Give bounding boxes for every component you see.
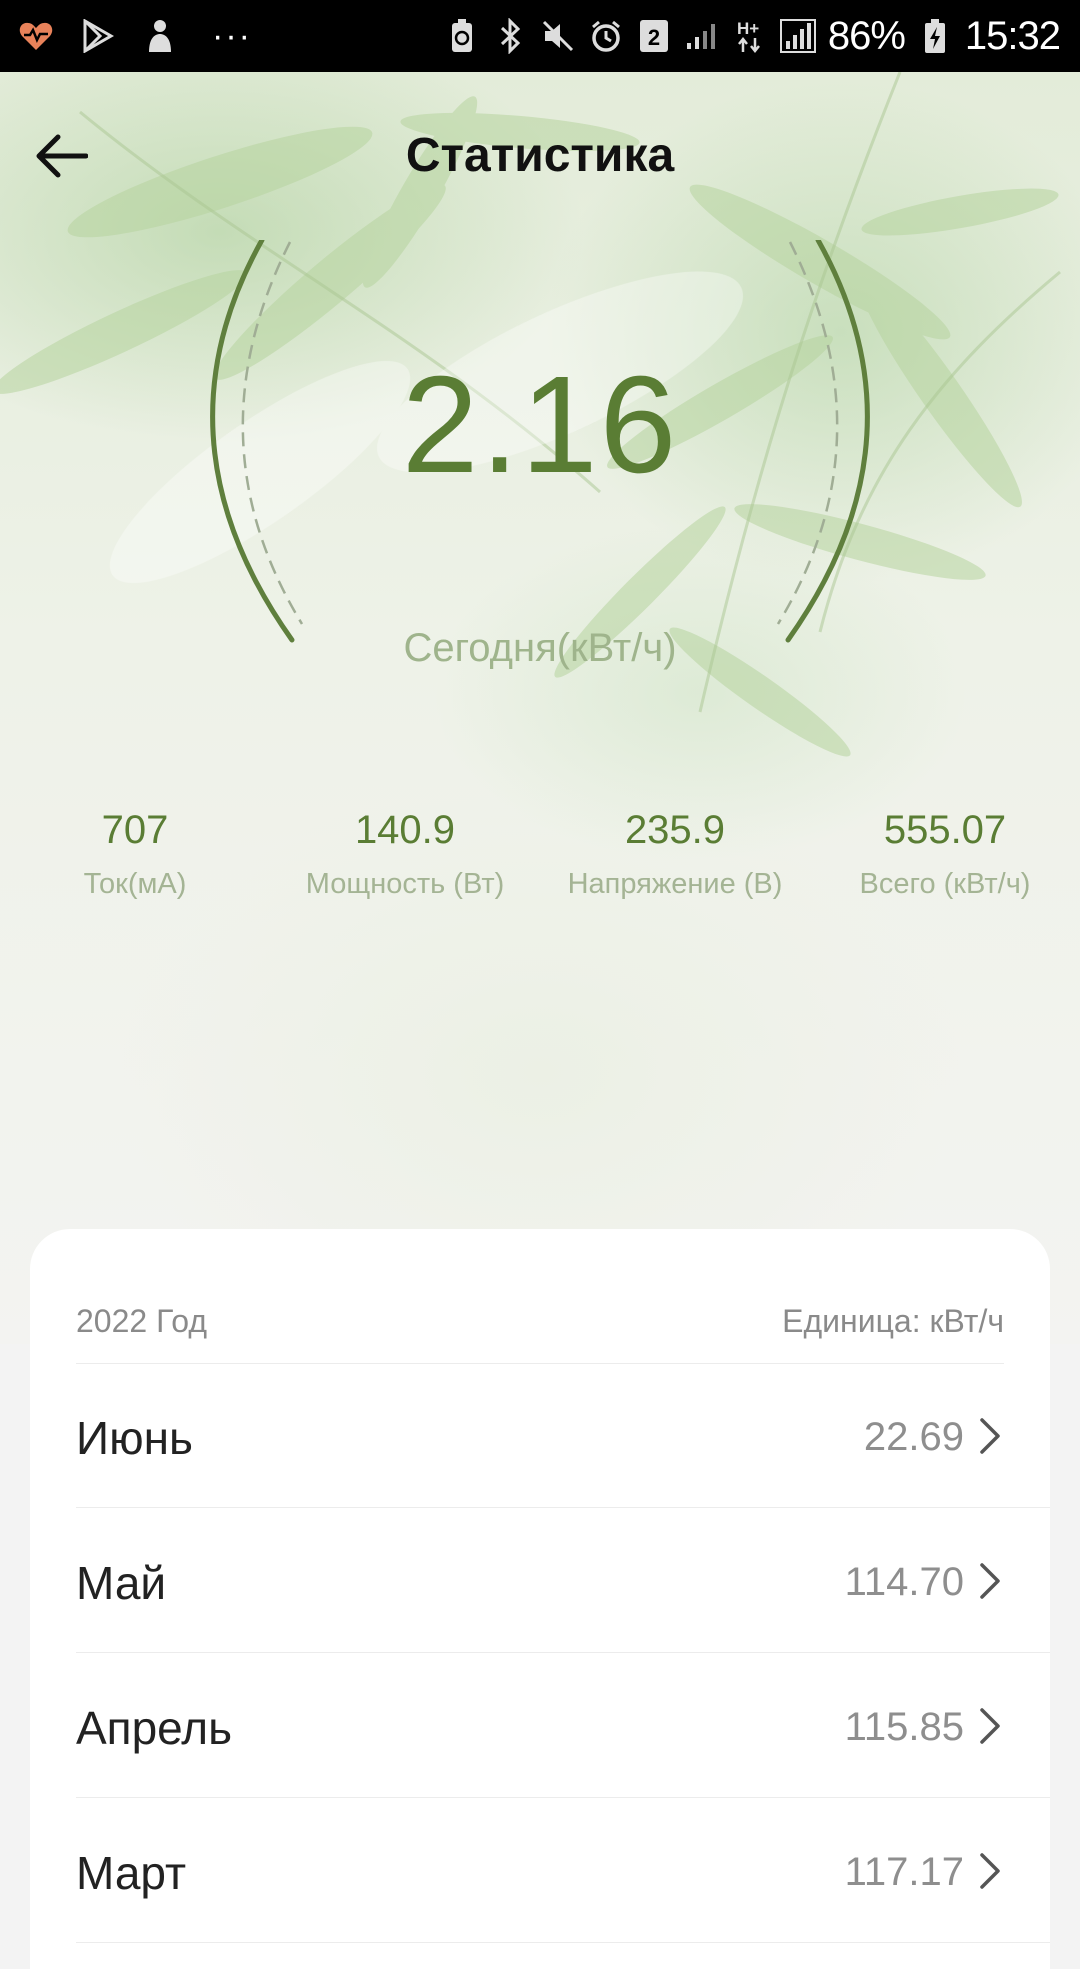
month-value: 114.70 xyxy=(844,1560,964,1604)
metric-total: 555.07 Всего (кВт/ч) xyxy=(810,800,1080,901)
metric-power: 140.9 Мощность (Вт) xyxy=(270,800,540,901)
metric-current-value: 707 xyxy=(101,808,169,852)
metric-power-label: Мощность (Вт) xyxy=(305,868,505,900)
unit-label: Единица: кВт/ч xyxy=(782,1303,1004,1339)
signal-icon xyxy=(684,16,720,56)
today-energy-label: Сегодня(кВт/ч) xyxy=(403,626,677,670)
today-energy-value: 2.16 xyxy=(401,348,679,502)
status-bar-left: ··· xyxy=(18,0,252,72)
monthly-stats-card: 2022 Год Единица: кВт/ч Июнь 22.69 Май 1… xyxy=(30,1229,1050,1969)
month-value: 115.85 xyxy=(844,1705,964,1749)
more-notifications: ··· xyxy=(212,16,252,55)
battery-percent: 86% xyxy=(827,13,906,58)
metric-voltage: 235.9 Напряжение (В) xyxy=(540,800,810,901)
month-row-march[interactable]: Март 117.17 xyxy=(76,1798,1050,1943)
clock: 15:32 xyxy=(964,13,1061,58)
month-name: Июнь xyxy=(76,1412,193,1464)
month-row-june[interactable]: Июнь 22.69 xyxy=(76,1363,1050,1508)
play-store-icon xyxy=(80,16,116,56)
chevron-right-icon xyxy=(980,1418,1000,1454)
bluetooth-icon xyxy=(492,16,528,56)
chevron-right-icon xyxy=(980,1563,1000,1599)
year-label: 2022 Год xyxy=(76,1303,208,1339)
status-bar: ··· 2 H+ 86% 15:32 xyxy=(0,0,1080,72)
battery-saver-icon xyxy=(444,16,480,56)
month-row-april[interactable]: Апрель 115.85 xyxy=(76,1653,1050,1798)
metrics-row: 707 Ток(мА) 140.9 Мощность (Вт) 235.9 На… xyxy=(0,800,1080,920)
month-value: 117.17 xyxy=(844,1850,964,1894)
heart-health-icon xyxy=(18,16,54,56)
h-plus-data-icon: H+ xyxy=(732,16,768,56)
today-energy-gauge: 2.16 Сегодня(кВт/ч) xyxy=(0,240,1080,680)
svg-text:H+: H+ xyxy=(737,19,759,38)
month-name: Май xyxy=(76,1557,167,1609)
status-bar-right: 2 H+ 86% 15:32 xyxy=(444,0,1061,72)
metric-total-label: Всего (кВт/ч) xyxy=(859,868,1031,900)
battery-charging-icon xyxy=(917,16,953,56)
chevron-right-icon xyxy=(980,1708,1000,1744)
month-name: Апрель xyxy=(76,1702,233,1754)
metric-voltage-label: Напряжение (В) xyxy=(567,868,783,900)
signal-full-icon xyxy=(779,16,816,56)
metric-power-value: 140.9 xyxy=(354,808,456,852)
cleaner-icon xyxy=(142,16,178,56)
metric-voltage-value: 235.9 xyxy=(624,808,726,852)
mute-icon xyxy=(540,16,576,56)
chevron-right-icon xyxy=(980,1853,1000,1889)
month-list: Июнь 22.69 Май 114.70 Апрель 115.85 Март… xyxy=(76,1363,1050,1943)
month-name: Март xyxy=(76,1847,187,1899)
month-value: 22.69 xyxy=(863,1415,964,1459)
sim-2-icon: 2 xyxy=(636,16,672,56)
alarm-icon xyxy=(588,16,624,56)
app-header: Статистика xyxy=(0,72,1080,242)
metric-current: 707 Ток(мА) xyxy=(0,800,270,901)
sim-slot-number: 2 xyxy=(648,25,660,50)
month-row-may[interactable]: Май 114.70 xyxy=(76,1508,1050,1653)
card-header: 2022 Год Единица: кВт/ч xyxy=(76,1229,1004,1364)
metric-total-value: 555.07 xyxy=(883,808,1007,852)
metric-current-label: Ток(мА) xyxy=(83,868,187,900)
page-title: Статистика xyxy=(405,129,675,182)
